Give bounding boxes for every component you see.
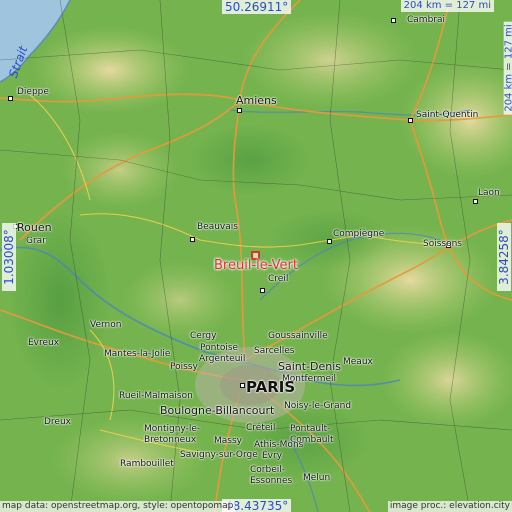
city-dot (190, 237, 195, 242)
city-label-rouen: Rouen (17, 221, 52, 234)
city-label-melun: Melun (303, 473, 331, 483)
longitude-right-label: 3.84258° (497, 223, 511, 291)
city-label-cergy: Cergy (190, 331, 217, 341)
city-label-creteil: Créteil (246, 423, 276, 433)
city-label-soissons: Soissons (423, 239, 462, 249)
longitude-left-label: 1.03008° (2, 223, 16, 291)
city-label-mantes-la-jolie: Mantes-la-Jolie (104, 349, 171, 359)
city-label-argenteuil: Argenteuil (199, 354, 246, 364)
city-dot (260, 288, 265, 293)
city-label-dieppe: Dieppe (17, 87, 49, 97)
city-label-montigny-le-bretonneux: Montigny-le-Bretonneux (144, 424, 201, 445)
city-dot (327, 239, 332, 244)
city-label-pontoise: Pontoise (200, 343, 239, 353)
city-label-rambouillet: Rambouillet (120, 459, 174, 469)
city-dot (473, 199, 478, 204)
latitude-top-label: 50.26911° (222, 0, 292, 14)
city-label-saint-quentin: Saint-Quentin (416, 110, 479, 120)
city-label-cambrai: Cambrai (407, 15, 445, 25)
city-label-vernon: Vernon (90, 320, 122, 330)
city-label-dreux: Dreux (44, 417, 71, 427)
city-dot (8, 96, 13, 101)
city-label-athis-mons: Athis-Mons (254, 440, 304, 450)
city-dot (408, 118, 413, 123)
city-label-compiegne: Compiègne (333, 229, 385, 239)
map-attribution: map data: openstreetmap.org, style: open… (0, 501, 236, 512)
city-label-sarcelles: Sarcelles (254, 346, 295, 356)
city-label-saint-denis: Saint-Denis (278, 360, 342, 373)
city-label-creil: Creil (268, 274, 289, 284)
city-label-meaux: Meaux (343, 357, 373, 367)
city-label-poissy: Poissy (170, 362, 198, 372)
city-label-grand-quevilly: Grand-Quevilly (26, 237, 46, 246)
city-label-beauvais: Beauvais (197, 222, 238, 232)
city-label-noisy-le-grand: Noisy-le-Grand (284, 401, 352, 411)
city-label-boulogne-billancourt: Boulogne-Billancourt (160, 404, 275, 417)
city-label-rueil-malmaison: Rueil-Malmaison (119, 391, 193, 401)
image-attribution: image proc.: elevation.city (387, 501, 512, 512)
city-dot (237, 108, 242, 113)
city-label-amiens: Amiens (236, 94, 277, 107)
city-label-savigny-sur-orge: Savigny-sur-Orge (180, 450, 258, 460)
target-location-label: Breuil-le-Vert (214, 258, 298, 273)
city-dot (240, 383, 245, 388)
city-label-evry: Évry (262, 451, 283, 461)
city-label-goussainville: Goussainville (268, 331, 328, 341)
city-label-corbeil-essonnes: Corbeil-Essonnes (250, 465, 293, 486)
map-view[interactable]: Cambrai Dieppe Amiens Saint-Quentin Laon… (0, 0, 512, 512)
scale-vertical-label: 204 km = 127 mi (503, 21, 512, 115)
city-label-laon: Laon (478, 188, 500, 198)
scale-horizontal-label: 204 km = 127 mi (400, 0, 494, 12)
city-label-paris: PARIS (246, 378, 296, 396)
city-dot (391, 18, 396, 23)
city-label-massy: Massy (214, 436, 242, 446)
city-label-evreux: Évreux (28, 338, 60, 348)
